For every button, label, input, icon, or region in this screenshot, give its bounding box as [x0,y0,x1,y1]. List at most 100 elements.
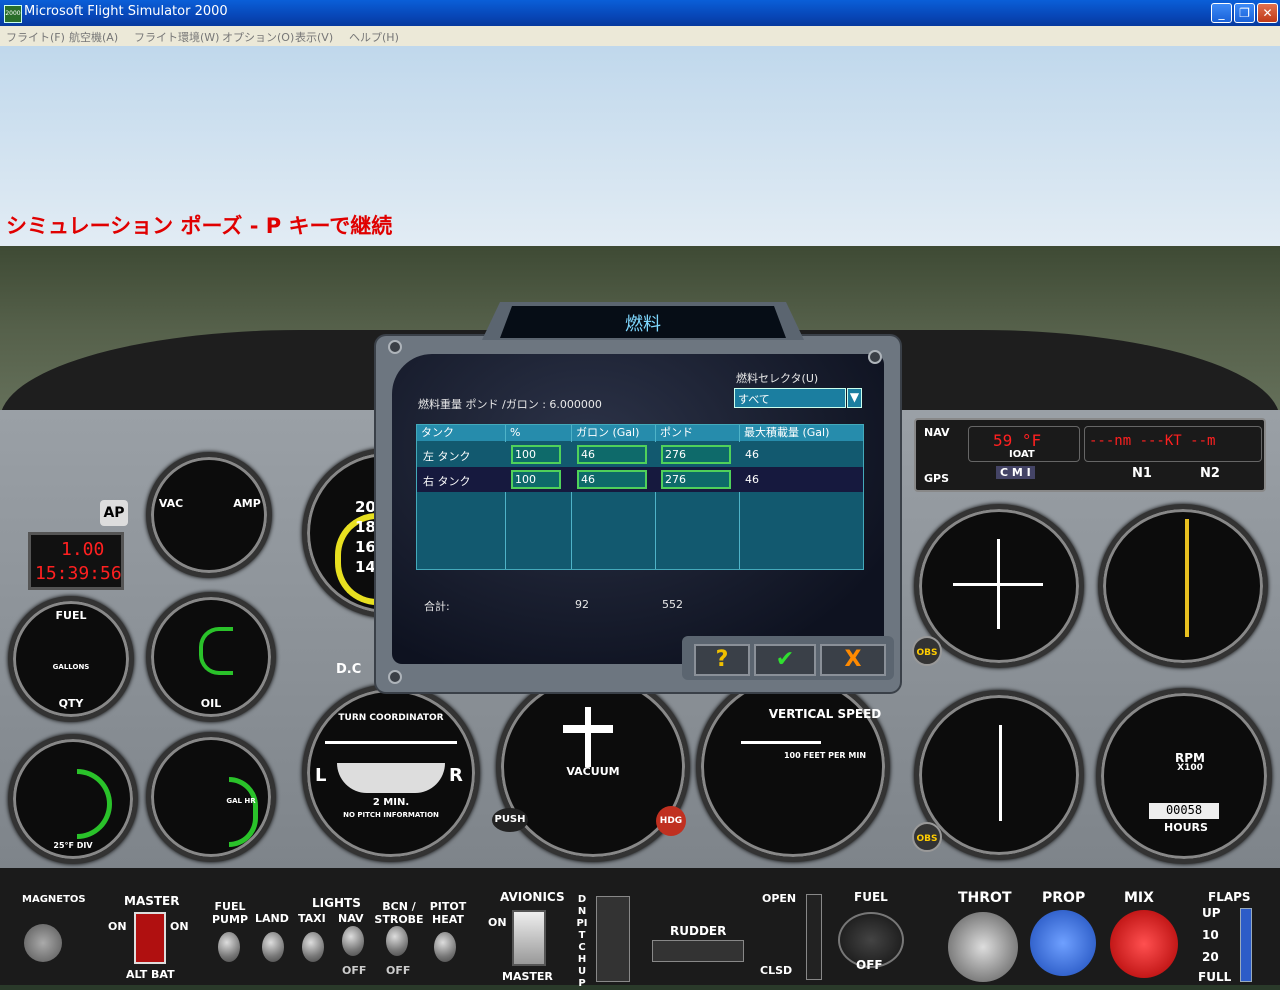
land-light-switch[interactable] [262,932,284,962]
cancel-button[interactable]: X [820,644,886,676]
fuel-weight-label: 燃料重量 ポンド /ガロン : 6.000000 [418,398,602,411]
clock: 1.00 15:39:56 [28,532,124,590]
heading-push-knob[interactable]: PUSH [492,808,528,832]
menu-view[interactable]: 表示(V) [295,29,333,45]
fuel-label: FUEL [55,609,87,622]
tachometer: RPM X100 00058 HOURS [1096,688,1272,864]
fuel-pump-label: FUEL PUMP [212,900,249,926]
avionics-master-switch[interactable] [512,910,546,966]
menu-flight[interactable]: フライト(F) [6,29,65,45]
avionics-master-label: MASTER [502,970,553,983]
percent-input[interactable]: 100 [511,470,561,489]
master-label: MASTER [124,894,180,908]
vac-amp-gauge: VAC AMP [146,452,272,578]
vertical-speed-indicator: VERTICAL SPEED 100 FEET PER MIN [696,672,890,862]
turn-left-label: L [315,765,327,786]
screw-icon [388,670,402,684]
throttle-label: THROT [958,890,1012,906]
vsi-title: VERTICAL SPEED [768,707,882,721]
percent-input[interactable]: 100 [511,445,561,464]
cowl-flaps-lever[interactable] [806,894,822,980]
flaps-label: FLAPS [1208,890,1251,904]
table-row[interactable]: 左 タンク 100 46 276 46 [417,442,863,467]
qty-label: QTY [58,697,84,710]
obs2-knob[interactable]: OBS [912,822,942,852]
rudder-trim[interactable] [652,940,744,962]
oil-label: OIL [200,697,222,710]
oat-value: 59 °F [993,431,1042,450]
max-capacity: 46 [745,448,759,461]
pitot-heat-label: PITOT HEAT [429,900,467,926]
close-button[interactable]: ✕ [1257,3,1278,23]
pitch-trim-wheel[interactable] [596,896,630,982]
total-gallons: 92 [575,598,589,611]
fuel-off-label: OFF [856,958,883,972]
menu-options[interactable]: オプション(O) [222,29,294,45]
oat-display: 59 °F IOAT [968,426,1080,462]
nav-radio-box: NAV GPS 59 °F IOAT C M I ---nm ---KT --m… [914,418,1266,492]
screw-icon [868,350,882,364]
fuel-selector-caption: 燃料セレクタ(U) [736,372,819,385]
throttle-knob[interactable] [948,912,1018,982]
menu-help[interactable]: ヘルプ(H) [349,29,399,45]
n1-label: N1 [1132,466,1152,481]
menu-world[interactable]: フライト環境(W) [134,29,219,45]
minimize-button[interactable]: _ [1211,3,1232,23]
egt-cht-gauge: 25°F DIV [8,734,138,864]
taxi-light-switch[interactable] [302,932,324,962]
total-pounds: 552 [662,598,683,611]
gallons-input[interactable]: 46 [577,470,647,489]
dc-label: D.C [336,662,362,677]
fuel-pump-switch[interactable] [218,932,240,962]
clock-top: 1.00 [61,539,105,560]
magneto-key[interactable] [24,924,62,962]
table-row[interactable]: 右 タンク 100 46 276 46 [417,467,863,492]
column-header-tank: タンク [417,425,505,441]
prop-knob[interactable] [1030,910,1096,976]
max-capacity: 46 [745,473,759,486]
cowl-closed-label: CLSD [760,964,793,977]
flaps-lever[interactable] [1240,908,1252,982]
fuel-selector-dropdown[interactable]: すべて [734,388,846,408]
nav-light-switch[interactable] [342,926,364,956]
avionics-on-label: ON [488,916,507,929]
screw-icon [388,340,402,354]
cowl-open-label: OPEN [762,892,797,905]
hdg-bug-knob[interactable]: HDG [656,806,686,836]
strobe-switch[interactable] [386,926,408,956]
no-pitch-label: NO PITCH INFORMATION [343,811,439,819]
turn-coordinator-title: TURN COORDINATOR [338,713,444,723]
chevron-down-icon[interactable]: ▼ [847,388,862,408]
fuel-selector-label: FUEL [854,890,888,904]
pitot-heat-switch[interactable] [434,932,456,962]
obs1-knob[interactable]: OBS [912,636,942,666]
land-label: LAND [255,912,289,925]
turn-right-label: R [449,765,463,786]
n2-label: N2 [1200,466,1220,481]
maximize-button[interactable]: ❐ [1234,3,1255,23]
dialog-title: 燃料 [625,314,661,335]
pitch-trim-label: DN PITCH UP [576,894,588,989]
bcn-strobe-label: BCN / STROBE [374,900,424,926]
ioat-label: IOAT [1009,449,1035,460]
master-switch[interactable] [134,912,166,964]
avionics-label: AVIONICS [500,890,565,904]
fuel-tank-table: タンク % ガロン (Gal) ポンド 最大積載量 (Gal) 左 タンク 10… [416,424,864,570]
pounds-input[interactable]: 276 [661,445,731,464]
pounds-input[interactable]: 276 [661,470,731,489]
menu-aircraft[interactable]: 航空機(A) [69,29,118,45]
flaps-full-label: FULL [1198,970,1232,984]
gps-label: GPS [924,472,950,485]
help-button[interactable]: ? [694,644,750,676]
amp-label: AMP [233,497,261,510]
gallons-label: GALLONS [52,663,90,671]
taxi-label: TAXI [298,912,326,925]
gallons-input[interactable]: 46 [577,445,647,464]
fuel-qty-gauge: FUEL GALLONS QTY [8,596,134,722]
mixture-knob[interactable] [1110,910,1178,978]
clock-bottom: 15:39:56 [35,563,122,584]
ok-button[interactable]: ✔ [754,644,816,676]
menu-bar: フライト(F) 航空機(A) フライト環境(W) オプション(O) 表示(V) … [0,26,1280,46]
tank-name: 左 タンク [423,450,471,463]
pause-message: シミュレーション ポーズ - P キーで継続 [6,214,393,238]
